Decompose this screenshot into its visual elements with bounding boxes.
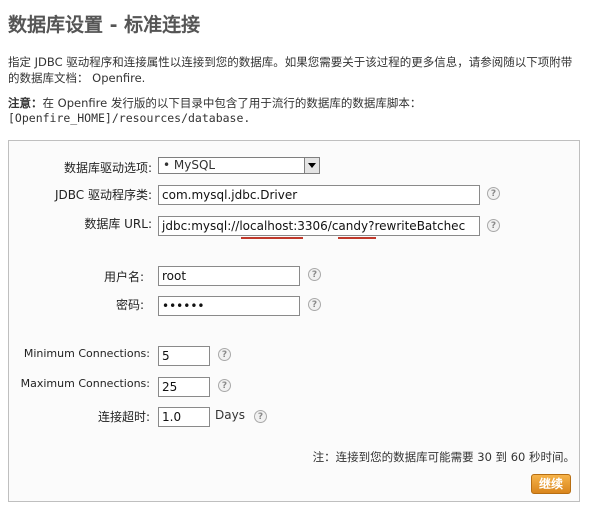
jdbc-driver-label: JDBC 驱动程序类: xyxy=(54,188,152,202)
username-label: 用户名: xyxy=(103,270,144,284)
password-input[interactable]: •••••• xyxy=(158,296,300,316)
page-title: 数据库设置 - 标准连接 xyxy=(8,14,201,36)
page-description: 指定 JDBC 驱动程序和连接属性以连接到您的数据库。如果您需要关于该过程的更多… xyxy=(8,55,573,85)
max-connections-input[interactable]: 25 xyxy=(158,377,210,397)
note-text: 在 Openfire 发行版的以下目录中包含了用于流行的数据库的数据库脚本： xyxy=(42,96,422,110)
username-input[interactable]: root xyxy=(158,266,300,286)
driver-select[interactable]: • MySQL xyxy=(158,157,320,174)
database-url-label: 数据库 URL: xyxy=(84,217,152,231)
help-icon[interactable]: ? xyxy=(218,379,231,392)
help-icon[interactable]: ? xyxy=(308,298,321,311)
connection-timeout-input[interactable]: 1.0 xyxy=(158,407,210,427)
note-label: 注意： xyxy=(8,96,43,110)
jdbc-driver-input[interactable]: com.mysql.jdbc.Driver xyxy=(158,185,480,205)
min-connections-input[interactable]: 5 xyxy=(158,346,210,366)
help-icon[interactable]: ? xyxy=(254,410,267,423)
timeout-unit-label: Days xyxy=(215,408,245,422)
help-icon[interactable]: ? xyxy=(487,219,500,232)
password-label: 密码: xyxy=(115,298,144,312)
driver-label: 数据库驱动选项: xyxy=(63,161,152,175)
connection-timeout-label: 连接超时: xyxy=(97,410,150,424)
driver-select-value: • MySQL xyxy=(163,158,216,172)
min-connections-label: Minimum Connections: xyxy=(23,347,150,360)
connection-time-note: 注：连接到您的数据库可能需要 30 到 60 秒时间。 xyxy=(312,450,575,464)
help-icon[interactable]: ? xyxy=(218,348,231,361)
help-icon[interactable]: ? xyxy=(487,187,500,200)
spellcheck-underline xyxy=(338,237,376,239)
note-path: [Openfire_HOME]/resources/database. xyxy=(8,111,251,125)
max-connections-label: Maximum Connections: xyxy=(20,377,150,390)
database-note: 注意：在 Openfire 发行版的以下目录中包含了用于流行的数据库的数据库脚本… xyxy=(8,96,583,126)
continue-button[interactable]: 继续 xyxy=(531,474,571,494)
spellcheck-underline xyxy=(241,237,303,239)
chevron-down-icon[interactable] xyxy=(304,158,319,173)
help-icon[interactable]: ? xyxy=(308,268,321,281)
database-url-input[interactable]: jdbc:mysql://localhost:3306/candy?rewrit… xyxy=(158,216,480,236)
